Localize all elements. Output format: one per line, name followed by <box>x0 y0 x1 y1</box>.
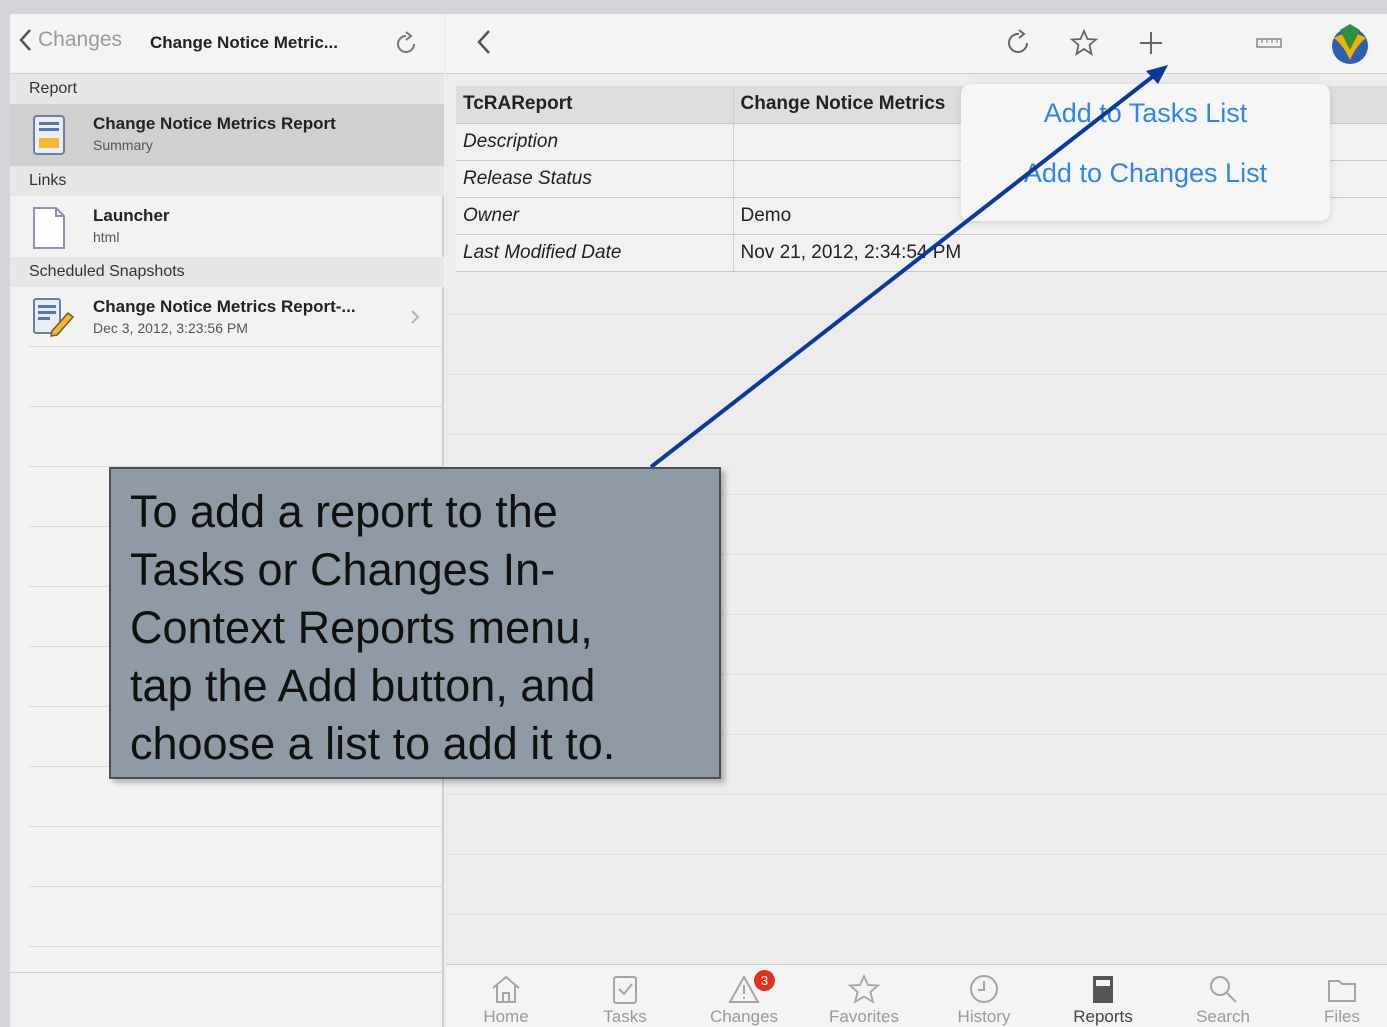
list-item-title: Launcher <box>93 206 170 225</box>
list-item-launcher[interactable]: Launcher html <box>10 196 444 258</box>
table-row: Last Modified Date Nov 21, 2012, 2:34:54… <box>456 234 1387 272</box>
clock-icon <box>970 975 998 1003</box>
changes-badge: 3 <box>754 970 775 991</box>
callout-line: tap the Add button, and <box>130 660 596 711</box>
divider <box>29 886 444 887</box>
divider <box>446 434 1387 435</box>
back-button[interactable]: Changes <box>18 28 122 52</box>
list-item-subtitle: Summary <box>93 137 153 153</box>
section-header-snapshots: Scheduled Snapshots <box>10 257 444 287</box>
chevron-right-icon <box>411 310 420 324</box>
property-key: Release Status <box>456 160 734 198</box>
tab-reports[interactable]: Reports <box>1053 965 1153 1027</box>
tab-files[interactable]: Files <box>1292 965 1387 1027</box>
property-key: Description <box>456 123 734 161</box>
callout-line: Tasks or Changes In- <box>130 544 556 595</box>
ruler-icon[interactable] <box>1256 36 1282 50</box>
tab-label: Home <box>483 1007 529 1026</box>
list-item-subtitle: html <box>93 229 120 245</box>
tab-label: Files <box>1324 1007 1360 1026</box>
back-button-label: Changes <box>38 28 123 51</box>
callout-line: choose a list to add it to. <box>130 718 616 769</box>
tab-label: Reports <box>1073 1007 1133 1026</box>
list-item-report[interactable]: Change Notice Metrics Report Summary <box>10 104 444 166</box>
divider <box>10 972 444 973</box>
right-nav-bar <box>446 14 1387 74</box>
tab-label: Changes <box>709 1007 779 1026</box>
list-item-snapshot[interactable]: Change Notice Metrics Report-... Dec 3, … <box>10 287 444 349</box>
tab-tasks[interactable]: Tasks <box>575 965 675 1027</box>
left-nav-bar: Changes Change Notice Metric... <box>10 14 444 74</box>
app-logo-icon[interactable] <box>1326 20 1374 68</box>
report-document-icon <box>33 115 65 155</box>
folder-icon <box>1328 980 1356 1002</box>
left-nav-title: Change Notice Metric... <box>150 33 338 52</box>
divider <box>29 826 444 827</box>
add-to-changes-list-item[interactable]: Add to Changes List <box>961 158 1330 189</box>
divider <box>446 854 1387 855</box>
tab-label: Favorites <box>829 1007 899 1026</box>
table-header-key: TcRAReport <box>456 86 734 124</box>
tab-search[interactable]: Search <box>1173 965 1273 1027</box>
tab-home[interactable]: Home <box>456 965 556 1027</box>
chevron-left-icon <box>19 29 31 51</box>
clipboard-check-icon <box>613 976 637 1004</box>
add-icon[interactable] <box>1136 28 1166 58</box>
refresh-icon[interactable] <box>392 30 420 58</box>
back-chevron-icon[interactable] <box>476 28 492 56</box>
divider <box>29 946 444 947</box>
tab-changes[interactable]: 3 Changes <box>694 965 794 1027</box>
divider <box>446 794 1387 795</box>
section-header-links: Links <box>10 166 444 196</box>
search-icon <box>1210 976 1237 1003</box>
divider <box>29 346 444 347</box>
property-value: Nov 21, 2012, 2:34:54 PM <box>733 234 1387 272</box>
tab-bar: Home Tasks 3 Changes Favorites History R… <box>446 964 1387 1027</box>
tab-label: History <box>957 1007 1011 1026</box>
callout-line: Context Reports menu, <box>130 602 593 653</box>
tab-history[interactable]: History <box>934 965 1034 1027</box>
section-header-report: Report <box>10 74 444 104</box>
html-file-icon <box>33 207 65 249</box>
tab-label: Search <box>1196 1007 1250 1026</box>
property-key: Owner <box>456 197 734 235</box>
add-popover-menu: Add to Tasks List Add to Changes List <box>961 84 1330 221</box>
instruction-callout: To add a report to the Tasks or Changes … <box>109 467 721 779</box>
list-item-title: Change Notice Metrics Report-... <box>93 297 356 316</box>
list-item-title: Change Notice Metrics Report <box>93 114 336 133</box>
tab-favorites[interactable]: Favorites <box>814 965 914 1027</box>
add-to-tasks-list-item[interactable]: Add to Tasks List <box>961 98 1330 129</box>
divider <box>446 914 1387 915</box>
property-key: Last Modified Date <box>456 234 734 272</box>
star-icon[interactable] <box>1069 28 1099 58</box>
refresh-icon[interactable] <box>1004 28 1034 58</box>
snapshot-edit-icon <box>33 298 75 337</box>
star-icon <box>847 973 881 1004</box>
home-icon <box>492 975 520 1003</box>
divider <box>446 314 1387 315</box>
list-item-subtitle: Dec 3, 2012, 3:23:56 PM <box>93 320 248 336</box>
report-icon <box>1093 976 1113 1003</box>
divider <box>446 374 1387 375</box>
divider <box>29 406 444 407</box>
tab-label: Tasks <box>603 1007 647 1026</box>
callout-line: To add a report to the <box>130 486 558 537</box>
